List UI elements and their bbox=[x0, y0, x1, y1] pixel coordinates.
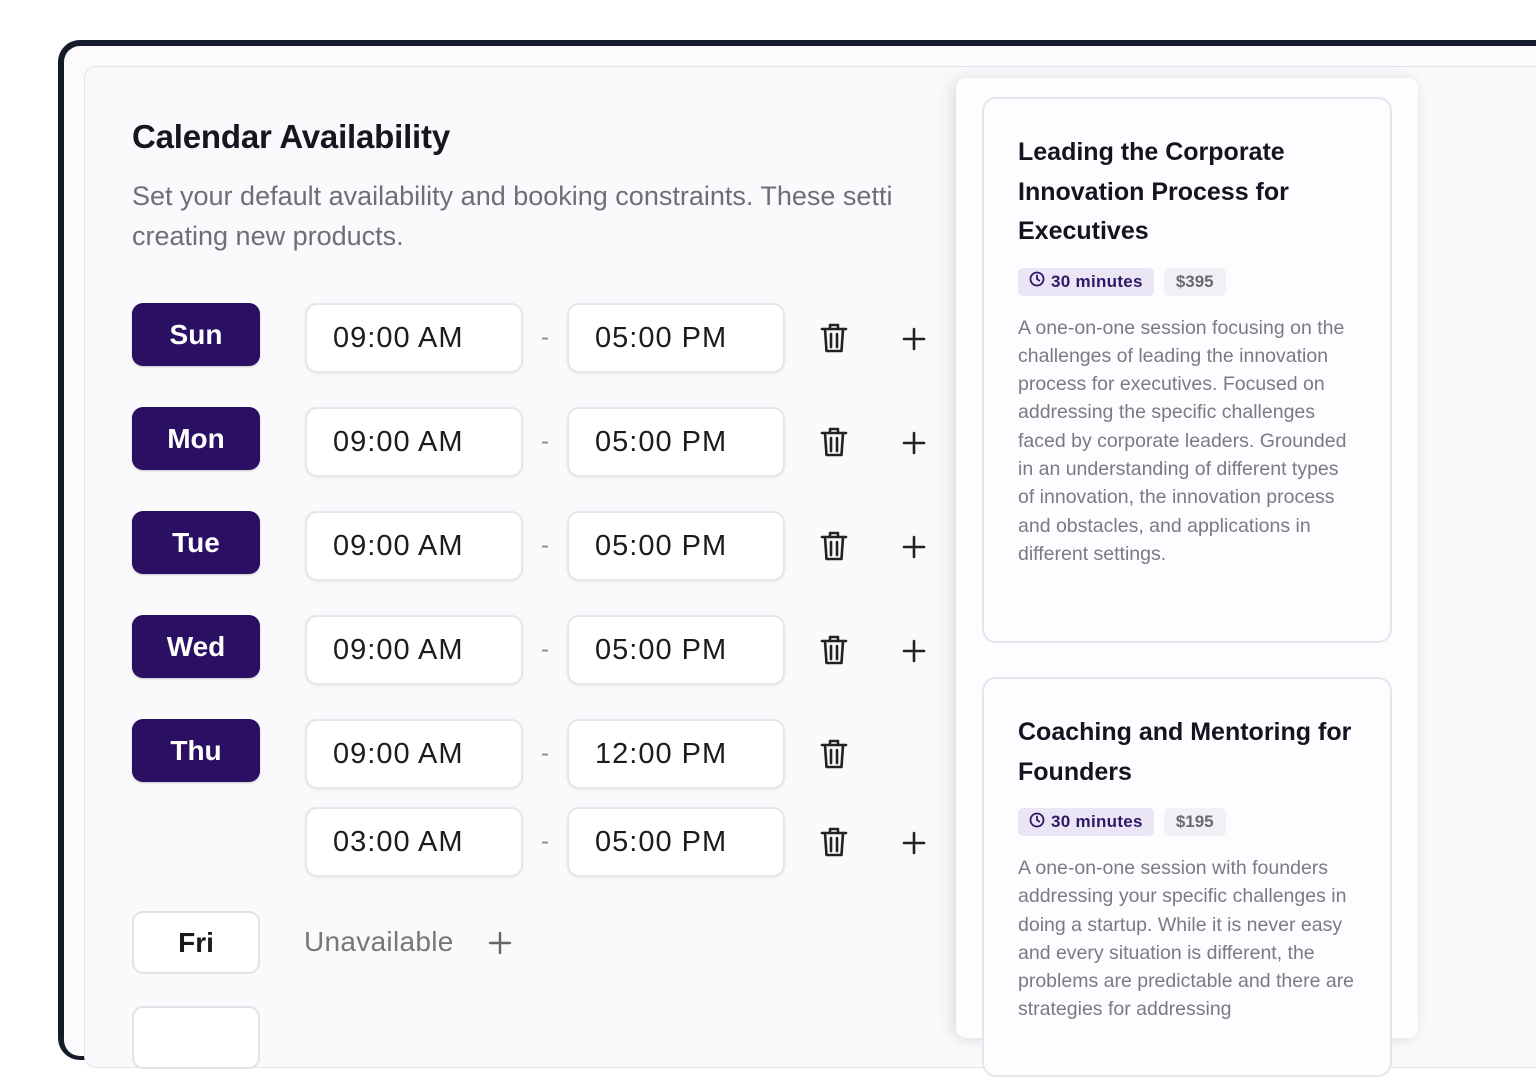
end-time-input[interactable]: 05:00 PM bbox=[567, 303, 785, 373]
duration-text: 30 minutes bbox=[1051, 812, 1143, 831]
product-badges: 30 minutes $395 bbox=[1018, 267, 1390, 296]
plus-icon[interactable] bbox=[894, 319, 934, 359]
trash-icon[interactable] bbox=[814, 526, 854, 566]
range-separator: - bbox=[541, 740, 549, 767]
trash-icon[interactable] bbox=[814, 734, 854, 774]
range-separator: - bbox=[541, 532, 549, 559]
clock-icon bbox=[1029, 812, 1045, 833]
end-time-input[interactable]: 05:00 PM bbox=[567, 407, 785, 477]
product-card[interactable]: Coaching and Mentoring for Founders 30 m… bbox=[982, 677, 1392, 1077]
trash-icon[interactable] bbox=[814, 822, 854, 862]
start-time-input[interactable]: 09:00 AM bbox=[305, 719, 523, 789]
start-time-input[interactable]: 09:00 AM bbox=[305, 303, 523, 373]
day-toggle-mon[interactable]: Mon bbox=[132, 407, 260, 470]
price-badge: $395 bbox=[1163, 267, 1226, 296]
start-time-input[interactable]: 09:00 AM bbox=[305, 615, 523, 685]
product-card[interactable]: Leading the Corporate Innovation Process… bbox=[982, 97, 1392, 643]
day-toggle-sun[interactable]: Sun bbox=[132, 303, 260, 366]
day-toggle-fri[interactable]: Fri bbox=[132, 911, 260, 974]
range-separator: - bbox=[541, 324, 549, 351]
trash-icon[interactable] bbox=[814, 630, 854, 670]
duration-text: 30 minutes bbox=[1051, 271, 1143, 291]
end-time-input[interactable]: 05:00 PM bbox=[567, 615, 785, 685]
end-time-input[interactable]: 12:00 PM bbox=[567, 719, 785, 789]
day-toggle-sat[interactable] bbox=[132, 1006, 260, 1069]
product-badges: 30 minutes $195 bbox=[1018, 808, 1390, 836]
range-separator: - bbox=[541, 428, 549, 455]
trash-icon[interactable] bbox=[814, 422, 854, 462]
product-description: A one-on-one session with founders addre… bbox=[1018, 857, 1355, 1021]
trash-icon[interactable] bbox=[814, 318, 854, 358]
duration-badge: 30 minutes bbox=[1018, 267, 1154, 296]
plus-icon[interactable] bbox=[894, 527, 934, 567]
start-time-input[interactable]: 03:00 AM bbox=[305, 807, 523, 877]
end-time-input[interactable]: 05:00 PM bbox=[567, 511, 785, 581]
product-title: Coaching and Mentoring for Founders bbox=[1018, 718, 1352, 786]
unavailable-label: Unavailable bbox=[304, 926, 454, 957]
range-separator: - bbox=[541, 828, 549, 855]
range-separator: - bbox=[541, 636, 549, 663]
start-time-input[interactable]: 09:00 AM bbox=[305, 407, 523, 477]
clock-icon bbox=[1029, 271, 1045, 292]
plus-icon[interactable] bbox=[894, 631, 934, 671]
page-title: Calendar Availability bbox=[132, 118, 450, 155]
day-toggle-wed[interactable]: Wed bbox=[132, 615, 260, 678]
product-description: A one-on-one session focusing on the cha… bbox=[1018, 316, 1347, 565]
end-time-input[interactable]: 05:00 PM bbox=[567, 807, 785, 877]
duration-badge: 30 minutes bbox=[1018, 808, 1154, 836]
plus-icon[interactable] bbox=[894, 823, 934, 863]
plus-icon[interactable] bbox=[480, 923, 520, 963]
price-badge: $195 bbox=[1163, 808, 1226, 836]
plus-icon[interactable] bbox=[894, 423, 934, 463]
day-toggle-tue[interactable]: Tue bbox=[132, 511, 260, 574]
start-time-input[interactable]: 09:00 AM bbox=[305, 511, 523, 581]
product-title: Leading the Corporate Innovation Process… bbox=[1018, 138, 1289, 245]
day-toggle-thu[interactable]: Thu bbox=[132, 719, 260, 782]
